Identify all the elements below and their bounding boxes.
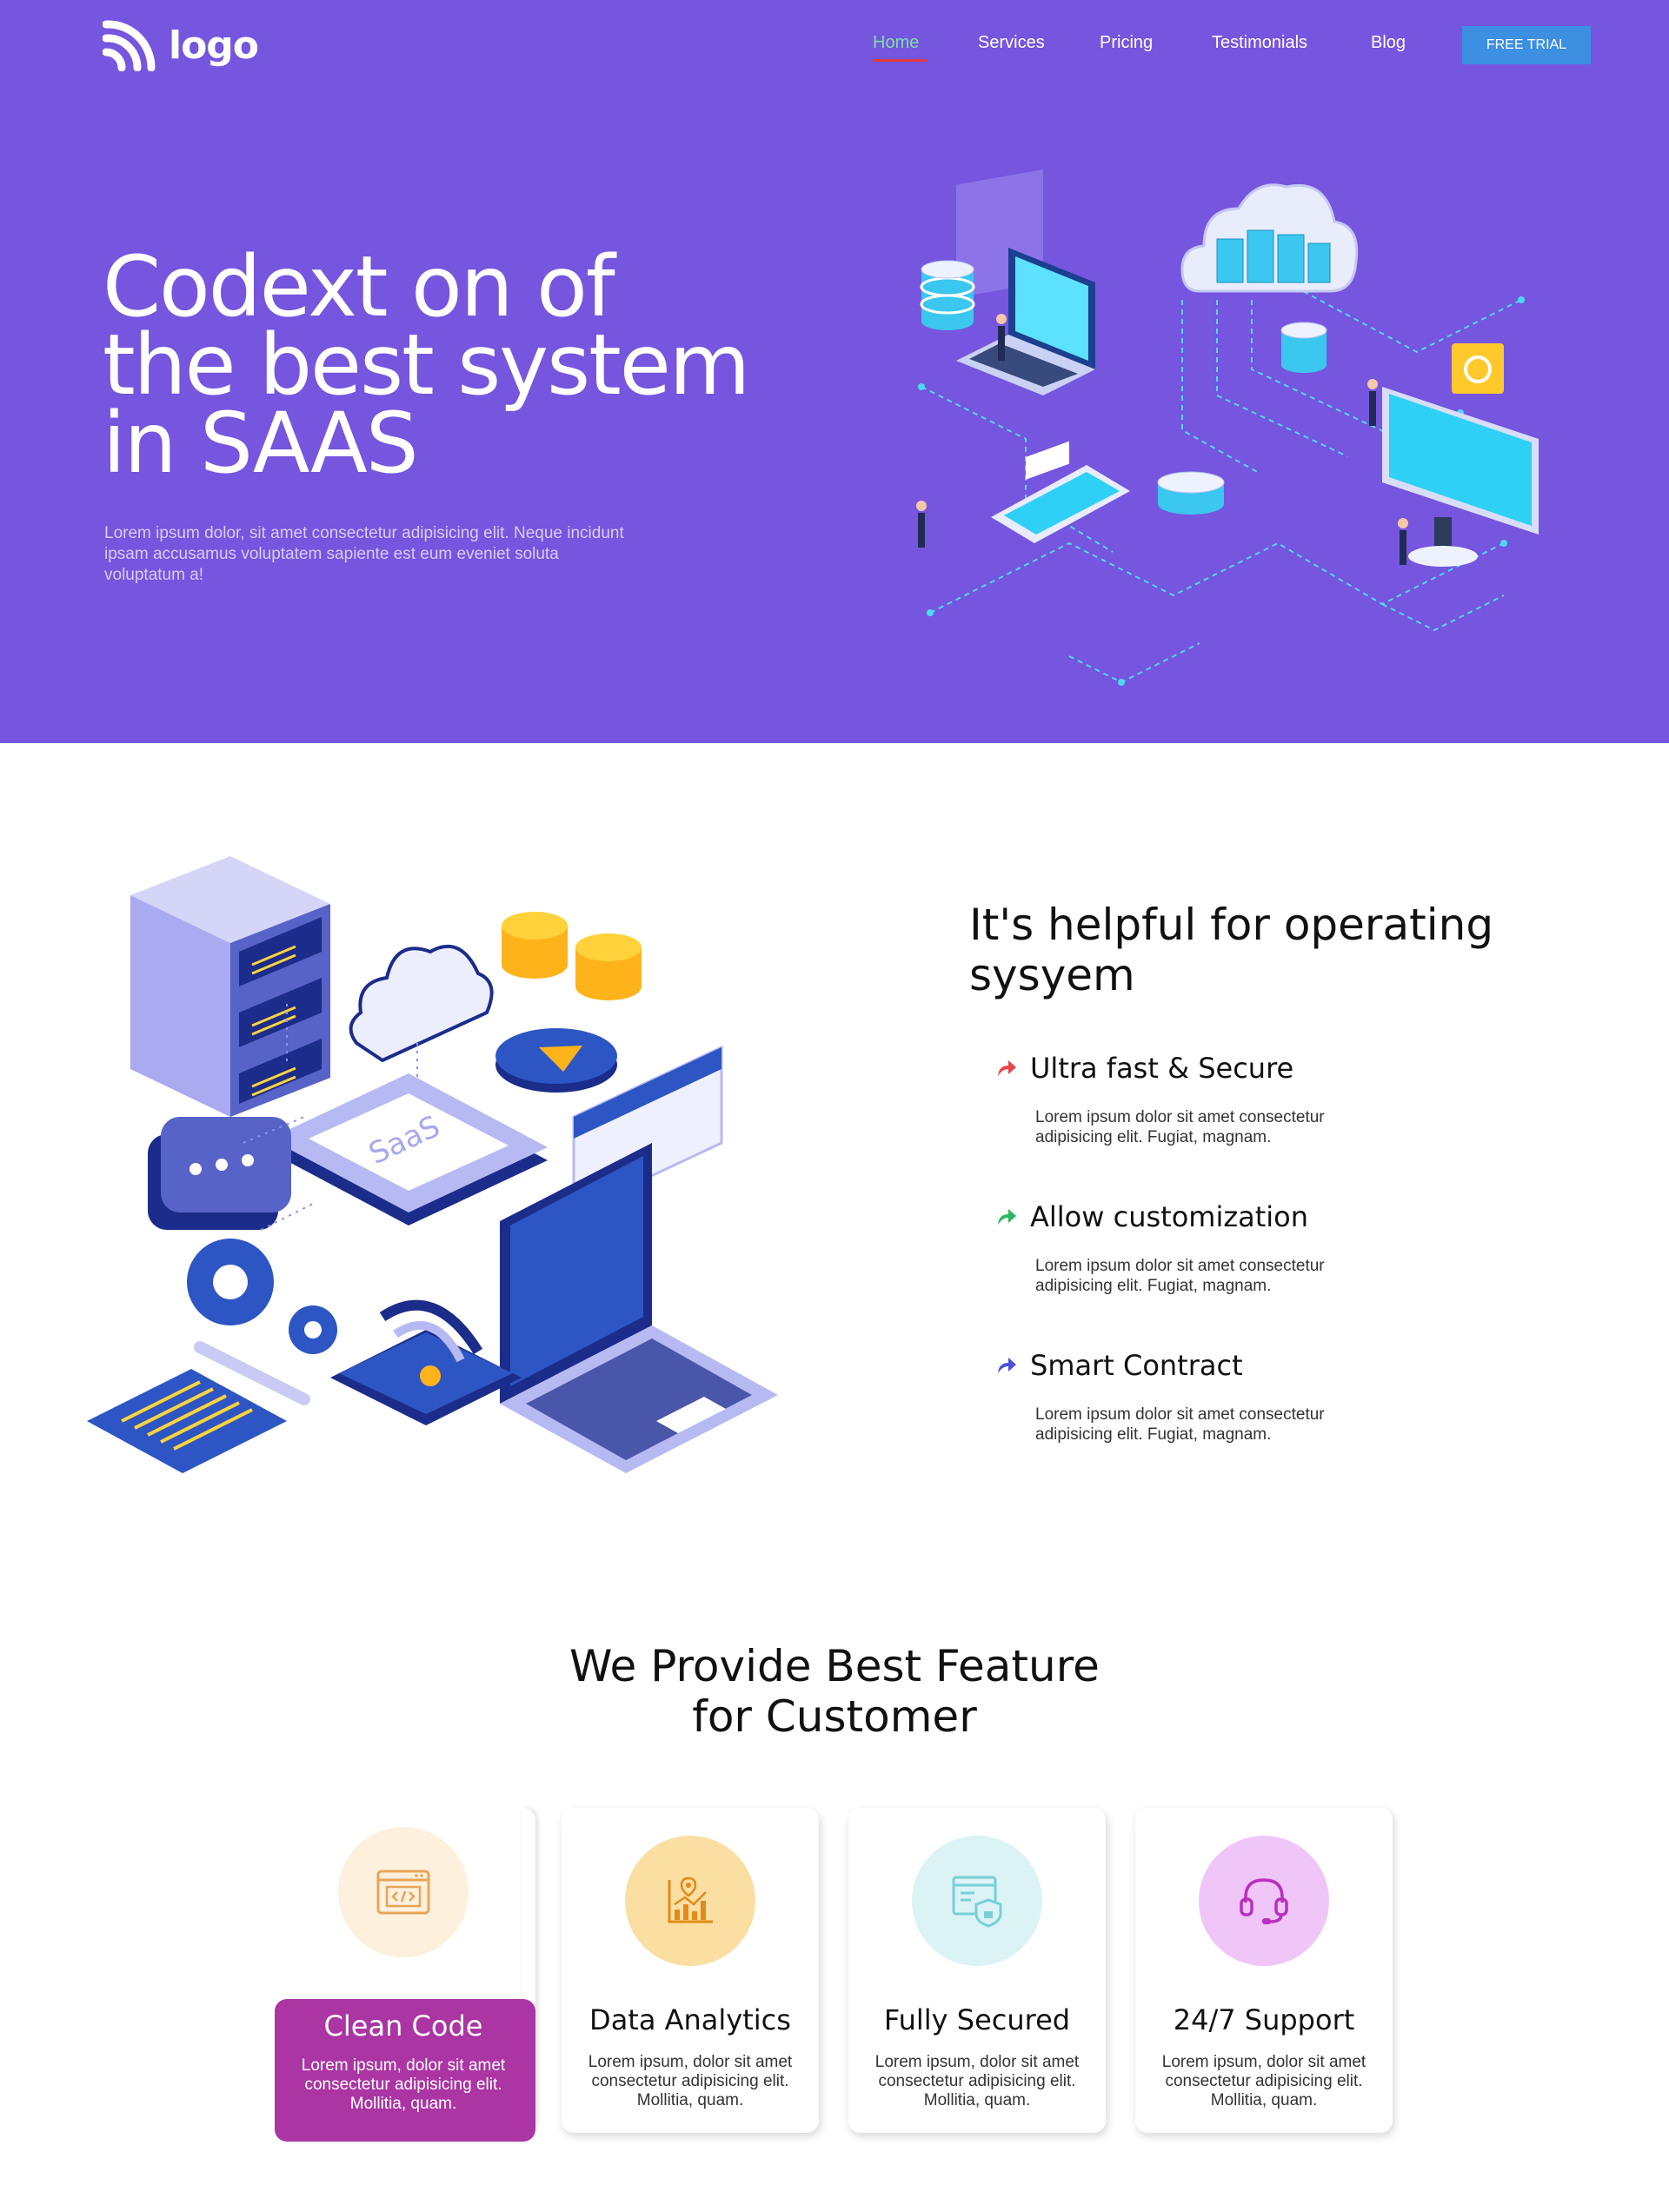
free-trial-button[interactable]: FREE TRIAL [1462, 26, 1591, 64]
feature-title: Ultra fast & Secure [1030, 1052, 1294, 1085]
saas-isometric-illustration: SaaS [87, 856, 778, 1473]
nav-active-underline [873, 59, 927, 62]
card-icon-circle [1199, 1836, 1329, 1966]
card-title: Data Analytics [589, 2003, 791, 2036]
secure-document-icon [952, 1876, 1002, 1928]
feature-item: Ultra fast & Secure Lorem ipsum dolor si… [995, 1052, 1413, 1147]
card-description: Lorem ipsum, dolor sit amet consectetur … [874, 2053, 1080, 2109]
share-arrow-icon [998, 1060, 1016, 1076]
feature-card-clean-code[interactable]: Clean Code Lorem ipsum, dolor sit amet c… [275, 1801, 535, 2142]
card-title: Clean Code [323, 2009, 483, 2043]
card-title: Fully Secured [883, 2003, 1071, 2036]
headset-icon [1240, 1878, 1288, 1924]
card-icon-circle [625, 1836, 755, 1966]
feature-title: Allow customization [1030, 1200, 1309, 1233]
card-description: Lorem ipsum, dolor sit amet consectetur … [301, 2056, 506, 2113]
share-arrow-icon [998, 1358, 1016, 1373]
analytics-chart-icon [668, 1877, 713, 1923]
nav-pricing[interactable]: Pricing [1100, 33, 1153, 53]
hero-description: Lorem ipsum dolor, sit amet consectetur … [104, 524, 624, 584]
feature-item: Allow customization Lorem ipsum dolor si… [995, 1200, 1413, 1296]
hero-title: Codext on of the best system in SAAS [103, 238, 750, 492]
hero-section: logo Home Services Pricing Testimonials … [0, 0, 1669, 743]
code-window-icon [376, 1870, 430, 1915]
feature-description: Lorem ipsum dolor sit amet consectetur a… [1035, 1257, 1325, 1295]
helpful-section-title: It's helpful for operating sysyem [969, 900, 1494, 1000]
cloud-network-illustration [916, 169, 1539, 686]
feature-card-fully-secured[interactable]: Fully Secured Lorem ipsum, dolor sit ame… [848, 1808, 1106, 2133]
card-title: 24/7 Support [1173, 2003, 1355, 2036]
nav-services[interactable]: Services [978, 33, 1045, 53]
feature-description: Lorem ipsum dolor sit amet consectetur a… [1035, 1405, 1325, 1444]
feature-item: Smart Contract Lorem ipsum dolor sit ame… [995, 1349, 1413, 1445]
card-icon-circle [912, 1836, 1042, 1966]
feature-title: Smart Contract [1030, 1349, 1243, 1382]
nav-blog[interactable]: Blog [1371, 33, 1406, 53]
nav-testimonials[interactable]: Testimonials [1212, 33, 1307, 53]
main-nav: Home Services Pricing Testimonials Blog [0, 33, 1669, 68]
nav-home[interactable]: Home [873, 33, 919, 53]
features-section-title: We Provide Best Feature for Customer [0, 1641, 1669, 1742]
card-description: Lorem ipsum, dolor sit amet consectetur … [1161, 2053, 1366, 2109]
features-section-title-text: We Provide Best Feature for Customer [569, 1641, 1100, 1742]
card-description: Lorem ipsum, dolor sit amet consectetur … [588, 2053, 793, 2109]
feature-card-support[interactable]: 24/7 Support Lorem ipsum, dolor sit amet… [1135, 1808, 1393, 2133]
feature-description: Lorem ipsum dolor sit amet consectetur a… [1035, 1108, 1325, 1146]
feature-card-data-analytics[interactable]: Data Analytics Lorem ipsum, dolor sit am… [562, 1808, 819, 2133]
card-icon-circle [338, 1827, 469, 1957]
share-arrow-icon [998, 1209, 1016, 1225]
